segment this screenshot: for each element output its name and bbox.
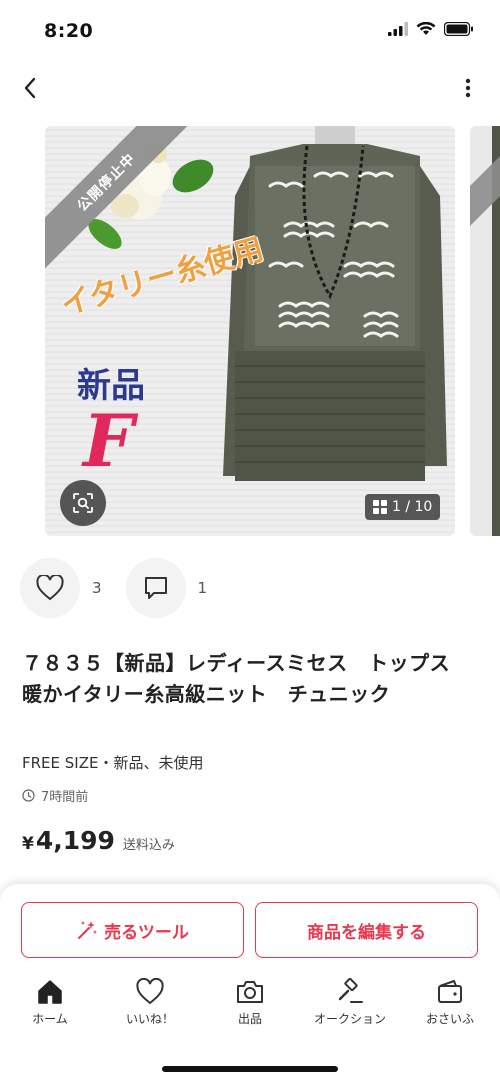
image-search-button[interactable] — [60, 480, 106, 526]
image-carousel[interactable]: 公開停止中 イタリー糸使用 新品 F — [0, 126, 500, 536]
edit-item-label: 商品を編集する — [307, 922, 426, 943]
wifi-icon — [416, 22, 436, 35]
price-value: 4,199 — [35, 826, 115, 855]
status-time: 8:20 — [44, 20, 94, 42]
tab-auction-label: オークション — [313, 1012, 386, 1026]
shipping-note: 送料込み — [122, 838, 175, 853]
next-image-preview[interactable] — [470, 126, 500, 536]
social-actions: 3 1 — [20, 558, 231, 618]
scan-search-icon — [73, 493, 93, 513]
home-icon — [38, 980, 62, 1004]
battery-icon — [444, 22, 473, 36]
home-indicator — [162, 1066, 338, 1072]
heart-icon — [136, 978, 164, 1005]
likes-count: 3 — [92, 579, 102, 597]
price-row: ¥ 4,199 送料込み — [22, 826, 175, 855]
comment-button[interactable] — [125, 558, 186, 618]
chevron-left-icon — [24, 77, 36, 99]
more-options-button[interactable] — [456, 72, 480, 104]
tab-bar: ホーム いいね！ 出品 オークション おさいふ — [0, 978, 500, 1034]
grid-icon — [373, 500, 387, 514]
top-nav — [0, 66, 500, 112]
item-condition: FREE SIZE・新品、未使用 — [22, 754, 204, 772]
tab-sell[interactable]: 出品 — [202, 978, 298, 1034]
status-bar: 8:20 — [0, 0, 500, 64]
camera-icon — [237, 981, 263, 1003]
posted-time-text: 7時間前 — [41, 790, 89, 805]
back-button[interactable] — [14, 72, 46, 104]
tab-home[interactable]: ホーム — [2, 978, 98, 1034]
image-page-counter[interactable]: 1 / 10 — [365, 494, 441, 520]
comment-icon — [144, 577, 167, 599]
tab-wallet-label: おさいふ — [425, 1012, 474, 1026]
item-title: ７８３５【新品】レディースミセス トップス 暖かイタリー糸高級ニット チュニック — [22, 651, 471, 706]
more-vertical-icon — [465, 78, 471, 98]
overlay-size-text: F — [83, 398, 135, 483]
sell-tool-button[interactable]: 売るツール — [21, 902, 244, 958]
tab-sell-label: 出品 — [237, 1012, 262, 1026]
page-counter-text: 1 / 10 — [392, 499, 433, 515]
like-button[interactable] — [20, 558, 80, 618]
comments-count: 1 — [197, 579, 208, 597]
posted-time: 7時間前 — [22, 786, 88, 805]
magic-wand-icon — [78, 921, 98, 939]
tab-auction[interactable]: オークション — [302, 978, 398, 1034]
clock-icon — [22, 789, 35, 802]
tab-wallet[interactable]: おさいふ — [402, 978, 498, 1034]
bottom-action-sheet: 売るツール 商品を編集する ホーム いいね！ 出品 オークション おさいふ — [0, 884, 500, 1080]
heart-icon — [36, 575, 64, 601]
wallet-icon — [438, 980, 462, 1003]
sell-tool-label: 売るツール — [104, 922, 189, 943]
price-currency: ¥ — [22, 834, 34, 854]
gavel-icon — [338, 978, 363, 1003]
edit-item-button[interactable]: 商品を編集する — [255, 902, 478, 958]
tab-home-label: ホーム — [32, 1012, 68, 1026]
tab-likes-label: いいね！ — [125, 1012, 174, 1026]
next-photo-illustration — [470, 126, 500, 536]
signal-icon — [388, 22, 408, 36]
status-icons — [388, 22, 474, 36]
product-image[interactable]: 公開停止中 イタリー糸使用 新品 F — [45, 126, 455, 536]
tab-likes[interactable]: いいね！ — [102, 978, 198, 1034]
